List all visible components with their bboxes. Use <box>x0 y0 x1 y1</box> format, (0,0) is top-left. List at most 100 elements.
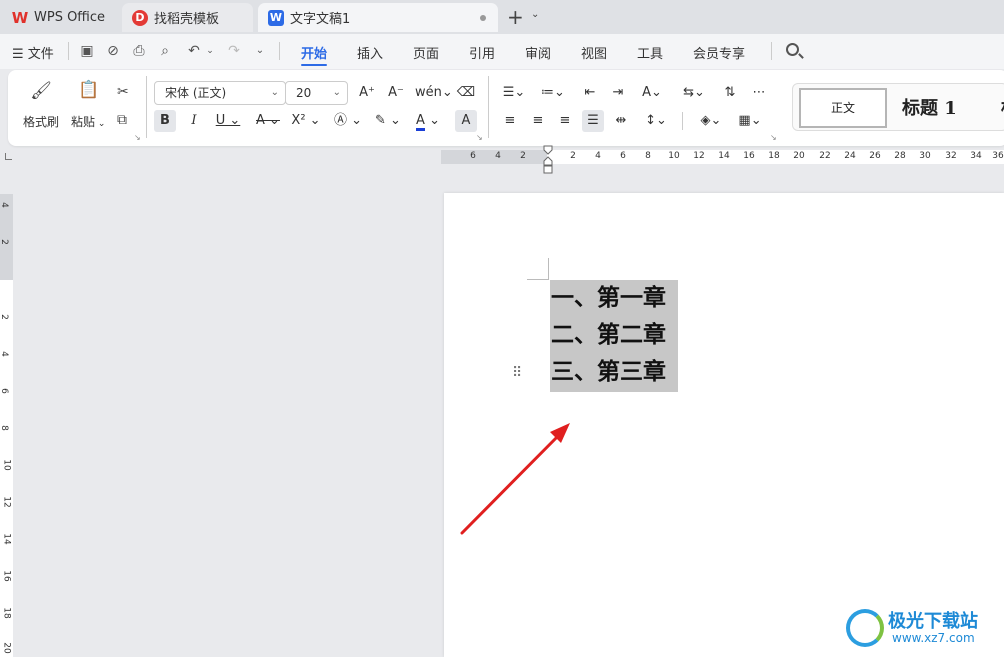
search-icon[interactable] <box>786 43 799 56</box>
shading-icon[interactable]: ◈⌄ <box>696 110 726 132</box>
file-menu[interactable]: ☰ 文件 <box>12 43 54 62</box>
decrease-indent-icon[interactable]: ⇤ <box>579 82 601 104</box>
active-tab-underline <box>301 64 327 66</box>
undo-icon[interactable]: ↶ <box>186 43 202 59</box>
doc-paragraph[interactable]: 二、第二章 <box>551 320 666 350</box>
justify-icon[interactable]: ☰ <box>582 110 604 132</box>
print-icon[interactable]: ⎙ <box>131 43 147 59</box>
borders-icon[interactable]: ▦⌄ <box>735 110 765 132</box>
divider <box>279 42 280 60</box>
font-launcher-icon[interactable]: ↘ <box>476 133 483 142</box>
paragraph-launcher-icon[interactable]: ↘ <box>770 133 777 142</box>
ruler-tick: 26 <box>869 151 881 161</box>
font-name-select[interactable]: 宋体 (正文) ⌄ <box>154 81 286 105</box>
annotation-arrow <box>460 423 570 535</box>
underline-button[interactable]: U ⌄ <box>213 110 243 132</box>
bold-button[interactable]: B <box>154 110 176 132</box>
char-shading-button[interactable]: A <box>455 110 477 132</box>
ruler-tick: 36 <box>992 151 1004 161</box>
tab-wps-office[interactable]: W WPS Office <box>2 3 117 32</box>
horizontal-ruler[interactable]: 6 4 2 2 4 6 8 10 12 14 16 18 20 22 24 26… <box>441 150 1004 164</box>
ruler-tick: 10 <box>668 151 680 161</box>
divider <box>771 42 772 60</box>
clear-format-icon[interactable]: ⌫ <box>455 82 477 104</box>
menu-bar: ☰ 文件 ▣ ⊘ ⎙ ⌕ ↶ ⌄ ↷ ⌄ 开始 插入 页面 引用 审阅 视图 工… <box>0 34 1004 69</box>
doc-paragraph[interactable]: 一、第一章 <box>551 283 666 313</box>
align-center-icon[interactable]: ≡ <box>527 110 549 132</box>
shrink-font-icon[interactable]: A⁻ <box>385 82 407 104</box>
tab-insert[interactable]: 插入 <box>357 43 383 62</box>
tab-review[interactable]: 审阅 <box>525 43 551 62</box>
show-marks-icon[interactable]: ⋯ <box>748 82 770 104</box>
style-normal[interactable]: 正文 <box>799 88 887 128</box>
doc-paragraph[interactable]: 三、第三章 <box>551 357 666 387</box>
tab-tools[interactable]: 工具 <box>637 43 663 62</box>
tab-view[interactable]: 视图 <box>581 43 607 62</box>
site-watermark: 极光下载站 www.xz7.com <box>846 607 996 651</box>
bullet-list-icon[interactable]: ☰⌄ <box>499 82 529 104</box>
wps-logo-icon: W <box>11 8 29 27</box>
paste-button[interactable]: 粘贴 ⌄ <box>71 113 105 130</box>
paste-icon[interactable]: 📋 <box>78 81 100 99</box>
format-painter-label[interactable]: 格式刷 <box>23 113 59 130</box>
increase-indent-icon[interactable]: ⇥ <box>607 82 629 104</box>
align-left-icon[interactable]: ≡ <box>499 110 521 132</box>
tab-label: 找稻壳模板 <box>154 12 220 27</box>
format-painter-icon[interactable]: 🖌 <box>30 82 52 100</box>
style-heading-1[interactable]: 标题 1 <box>902 94 957 120</box>
chevron-down-icon[interactable]: ⌄ <box>531 9 539 20</box>
divider <box>146 76 147 138</box>
file-menu-label: 文件 <box>27 47 54 62</box>
tab-page[interactable]: 页面 <box>413 43 439 62</box>
more-chevron-icon[interactable]: ⌄ <box>252 43 268 59</box>
highlight-button[interactable]: ✎ ⌄ <box>373 110 403 132</box>
text-effect-button[interactable]: Ⓐ ⌄ <box>333 110 363 132</box>
strikethrough-button[interactable]: A ⌄ <box>253 110 283 132</box>
copy-icon[interactable]: ⧉ <box>117 112 127 128</box>
superscript-button[interactable]: X² ⌄ <box>291 110 321 132</box>
docer-icon: D <box>132 9 148 26</box>
ruler-tick: 12 <box>1 496 12 508</box>
italic-button[interactable]: I <box>183 110 205 132</box>
ruler-tick: 2 <box>0 239 9 245</box>
ruler-tick: 2 <box>0 314 9 320</box>
tab-document[interactable]: W 文字文稿1 <box>258 3 498 32</box>
drag-handle-icon[interactable]: ⠿ <box>512 365 522 381</box>
undo-chevron-icon[interactable]: ⌄ <box>202 43 218 59</box>
redo-icon[interactable]: ↷ <box>226 43 242 59</box>
ruler-tick: 20 <box>1 642 12 654</box>
grow-font-icon[interactable]: A⁺ <box>356 82 378 104</box>
ruler-tick: 12 <box>693 151 705 161</box>
font-color-button[interactable]: A ⌄ <box>413 110 443 132</box>
save-as-icon[interactable]: ⊘ <box>105 43 121 59</box>
divider <box>68 42 69 60</box>
tab-member[interactable]: 会员专享 <box>693 43 745 62</box>
cut-icon[interactable]: ✂ <box>117 84 129 100</box>
ruler-tick: 10 <box>1 459 12 471</box>
save-icon[interactable]: ▣ <box>79 43 95 59</box>
tab-template[interactable]: D 找稻壳模板 <box>122 3 253 32</box>
ruler-tick: 6 <box>620 151 626 161</box>
tab-home[interactable]: 开始 <box>301 43 327 62</box>
tab-references[interactable]: 引用 <box>469 43 495 62</box>
print-preview-icon[interactable]: ⌕ <box>157 43 173 59</box>
text-direction-icon[interactable]: A⌄ <box>637 82 667 104</box>
clipboard-launcher-icon[interactable]: ↘ <box>134 133 141 142</box>
font-size-select[interactable]: 20 ⌄ <box>285 81 348 105</box>
ruler-margin-left <box>441 150 547 164</box>
align-right-icon[interactable]: ≡ <box>554 110 576 132</box>
phonetic-guide-icon[interactable]: wén⌄ <box>415 82 453 104</box>
new-tab-plus-icon[interactable]: + <box>507 5 524 29</box>
ruler-tick: 14 <box>1 533 12 545</box>
vertical-ruler[interactable]: 4 2 2 4 6 8 10 12 14 16 18 20 <box>0 194 13 657</box>
sort-icon[interactable]: ⇅ <box>719 82 741 104</box>
sort-order-icon[interactable]: ⇆⌄ <box>679 82 709 104</box>
tab-label: WPS Office <box>34 10 106 25</box>
tab-stop-selector-icon[interactable] <box>5 153 12 160</box>
indent-marker-icon[interactable] <box>543 145 553 175</box>
numbered-list-icon[interactable]: ≔⌄ <box>538 82 568 104</box>
distributed-align-icon[interactable]: ⇹ <box>610 110 632 132</box>
ruler-tick: 32 <box>945 151 957 161</box>
line-spacing-icon[interactable]: ↕⌄ <box>641 110 671 132</box>
ruler-tick: 4 <box>495 151 501 161</box>
